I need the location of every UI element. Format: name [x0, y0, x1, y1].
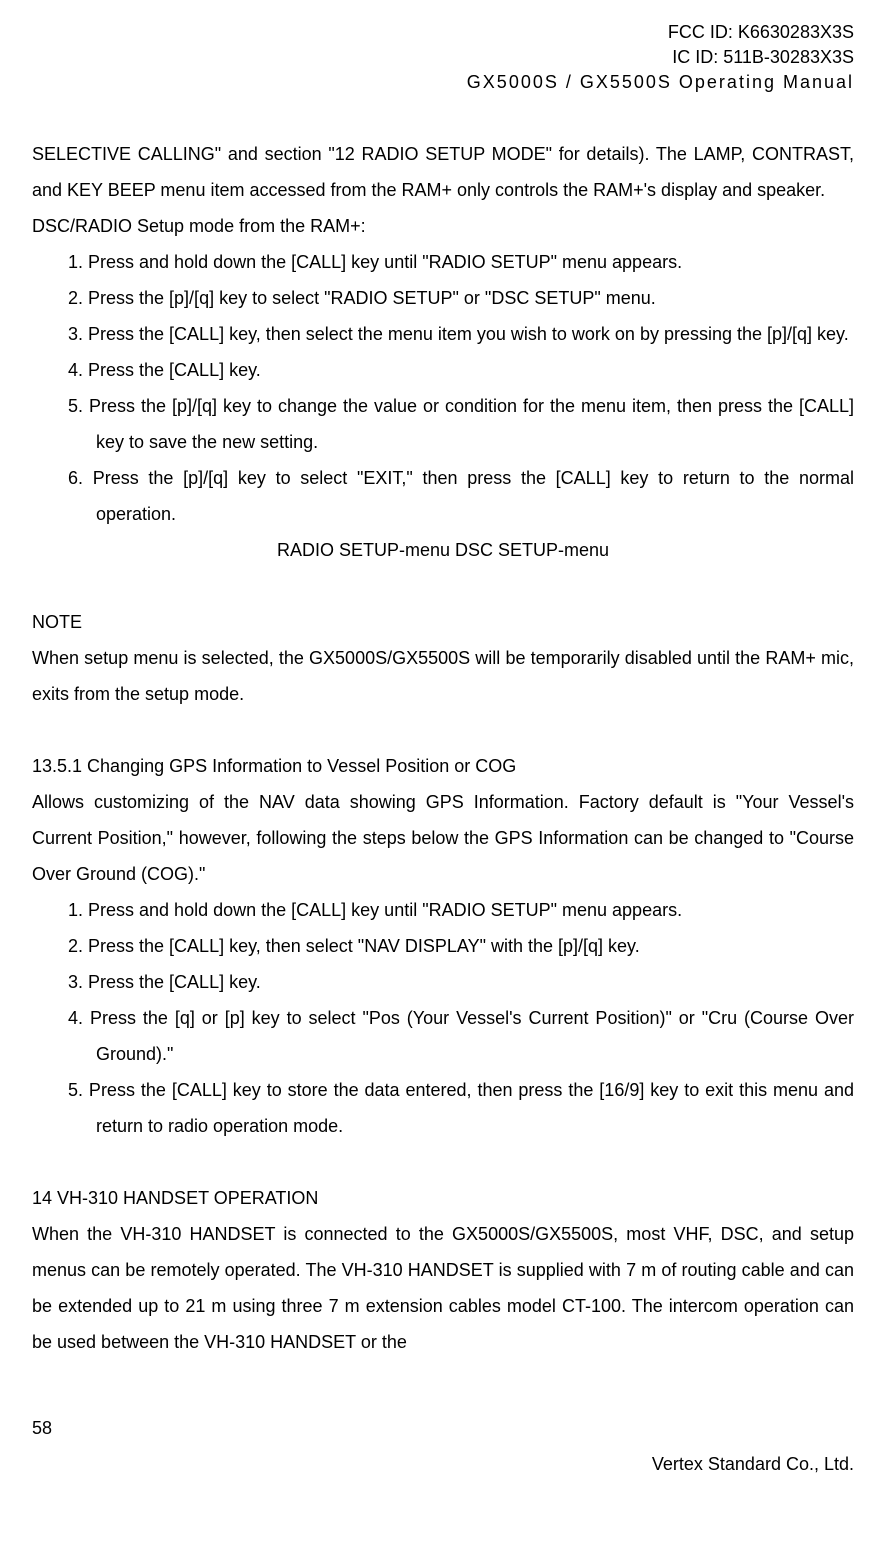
section-14-paragraph: When the VH-310 HANDSET is connected to …: [32, 1216, 854, 1360]
section-13-5-1-paragraph: Allows customizing of the NAV data showi…: [32, 784, 854, 892]
page-number: 58: [32, 1418, 52, 1438]
list-item: 4. Press the [q] or [p] key to select "P…: [68, 1000, 854, 1072]
intro-paragraph-2: DSC/RADIO Setup mode from the RAM+:: [32, 208, 854, 244]
list-item: 2. Press the [CALL] key, then select "NA…: [68, 928, 854, 964]
list-item: 5. Press the [p]/[q] key to change the v…: [68, 388, 854, 460]
list-item: 5. Press the [CALL] key to store the dat…: [68, 1072, 854, 1144]
section-13-5-1-heading: 13.5.1 Changing GPS Information to Vesse…: [32, 748, 854, 784]
list-item: 3. Press the [CALL] key, then select the…: [68, 316, 854, 352]
ic-id-line: IC ID: 511B-30283X3S: [32, 45, 854, 70]
intro-paragraph-1: SELECTIVE CALLING" and section "12 RADIO…: [32, 136, 854, 208]
setup-steps-list-1: 1. Press and hold down the [CALL] key un…: [32, 244, 854, 532]
section-14-heading: 14 VH-310 HANDSET OPERATION: [32, 1180, 854, 1216]
list-item: 3. Press the [CALL] key.: [68, 964, 854, 1000]
note-heading: NOTE: [32, 604, 854, 640]
page-header: FCC ID: K6630283X3S IC ID: 511B-30283X3S…: [32, 20, 854, 96]
list-item: 1. Press and hold down the [CALL] key un…: [68, 892, 854, 928]
list-item: 6. Press the [p]/[q] key to select "EXIT…: [68, 460, 854, 532]
page-footer: 58 Vertex Standard Co., Ltd.: [32, 1410, 854, 1482]
company-name: Vertex Standard Co., Ltd.: [32, 1446, 854, 1482]
note-text: When setup menu is selected, the GX5000S…: [32, 640, 854, 712]
setup-steps-list-2: 1. Press and hold down the [CALL] key un…: [32, 892, 854, 1144]
menu-labels-row: RADIO SETUP-menu DSC SETUP-menu: [32, 532, 854, 568]
list-item: 4. Press the [CALL] key.: [68, 352, 854, 388]
list-item: 2. Press the [p]/[q] key to select "RADI…: [68, 280, 854, 316]
fcc-id-line: FCC ID: K6630283X3S: [32, 20, 854, 45]
list-item: 1. Press and hold down the [CALL] key un…: [68, 244, 854, 280]
manual-title: GX5000S / GX5500S Operating Manual: [32, 70, 854, 95]
